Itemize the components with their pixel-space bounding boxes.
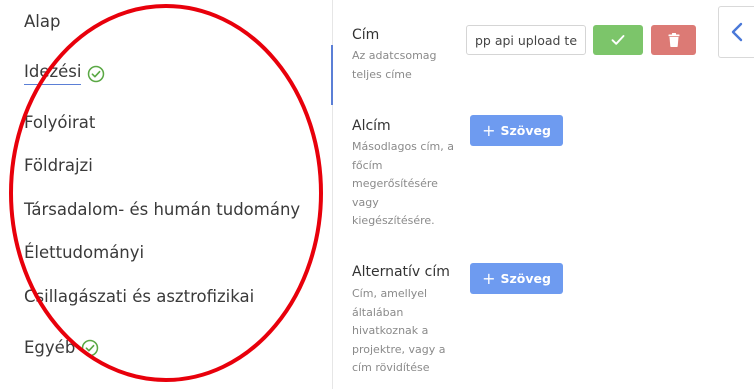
- back-button[interactable]: [718, 6, 754, 58]
- add-subtitle-button[interactable]: + Szöveg: [470, 115, 563, 146]
- confirm-button[interactable]: [593, 25, 643, 55]
- active-field-indicator: [331, 45, 333, 105]
- field-description-cim: Az adatcsomag teljes címe: [352, 49, 437, 81]
- add-subtitle-label: Szöveg: [500, 123, 551, 138]
- plus-icon: +: [482, 268, 496, 288]
- sidebar-item-label: Társadalom- és humán tudomány: [24, 200, 301, 219]
- field-label-alcim: Alcím: [352, 118, 391, 134]
- check-circle-icon: [82, 339, 99, 356]
- plus-icon: +: [482, 120, 496, 140]
- sidebar-item-label: Földrajzi: [24, 156, 93, 175]
- sidebar-item-elettudomanyi[interactable]: Élettudományi: [24, 243, 144, 262]
- sidebar-item-csillagaszati[interactable]: Csillagászati és asztrofizikai: [24, 287, 254, 306]
- delete-button[interactable]: [651, 25, 696, 55]
- sidebar-item-label: Alap: [24, 12, 61, 31]
- sidebar-item-tarsadalom[interactable]: Társadalom- és humán tudomány: [24, 200, 300, 219]
- field-label-alternativ-cim: Alternatív cím: [352, 264, 450, 280]
- sidebar-item-label: Egyéb: [24, 338, 76, 357]
- checkmark-icon: [611, 35, 625, 45]
- add-alternative-title-button[interactable]: + Szöveg: [470, 263, 563, 294]
- add-alternative-title-label: Szöveg: [500, 271, 551, 286]
- field-label-cim: Cím: [352, 27, 380, 43]
- sidebar-item-label: Folyóirat: [24, 113, 96, 132]
- title-input[interactable]: [466, 25, 586, 55]
- field-description-alcim: Másodlagos cím, a főcím megerősítésére v…: [352, 140, 454, 227]
- trash-icon: [668, 33, 679, 47]
- sidebar-item-idezesi[interactable]: Idezési: [24, 62, 105, 85]
- sidebar-item-label: Idezési: [24, 62, 82, 85]
- category-sidebar: Alap Idezési Folyóirat Földrajzi Társada…: [0, 0, 333, 389]
- chevron-left-icon: [731, 22, 742, 42]
- check-circle-icon: [88, 65, 105, 82]
- field-description-alternativ-cim: Cím, amellyel általában hivatkoznak a pr…: [352, 287, 446, 374]
- sidebar-item-foldrajzi[interactable]: Földrajzi: [24, 156, 93, 175]
- sidebar-item-label: Élettudományi: [24, 243, 145, 262]
- sidebar-item-alap[interactable]: Alap: [24, 12, 60, 31]
- sidebar-item-folyoirat[interactable]: Folyóirat: [24, 113, 95, 132]
- sidebar-item-label: Csillagászati és asztrofizikai: [24, 287, 255, 306]
- sidebar-item-egyeb[interactable]: Egyéb: [24, 338, 99, 357]
